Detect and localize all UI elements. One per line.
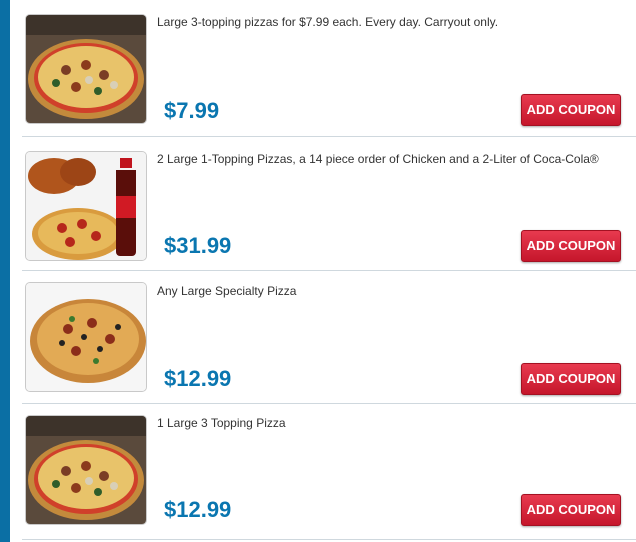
coupon-price: $31.99 xyxy=(164,233,232,258)
add-coupon-button[interactable]: ADD COUPON xyxy=(521,363,621,395)
add-coupon-button[interactable]: ADD COUPON xyxy=(521,94,621,126)
add-coupon-button[interactable]: ADD COUPON xyxy=(521,494,621,526)
coupon-description: 2 Large 1-Topping Pizzas, a 14 piece ord… xyxy=(157,152,599,166)
add-coupon-button[interactable]: ADD COUPON xyxy=(521,230,621,262)
coupon-row: 1 Large 3 Topping Pizza $12.99 ADD COUPO… xyxy=(22,404,636,540)
pizza-on-board-icon xyxy=(25,14,147,124)
coupon-row: Large 3-topping pizzas for $7.99 each. E… xyxy=(22,0,636,137)
coupon-description: 1 Large 3 Topping Pizza xyxy=(157,416,286,430)
pizza-chicken-soda-icon xyxy=(25,151,147,261)
coupon-list: Large 3-topping pizzas for $7.99 each. E… xyxy=(22,0,636,540)
coupon-price: $12.99 xyxy=(164,366,232,391)
left-accent-rule xyxy=(0,0,10,542)
coupon-row: Any Large Specialty Pizza $12.99 ADD COU… xyxy=(22,271,636,404)
coupon-row: 2 Large 1-Topping Pizzas, a 14 piece ord… xyxy=(22,137,636,271)
coupon-description: Any Large Specialty Pizza xyxy=(157,284,297,298)
coupon-price: $12.99 xyxy=(164,497,232,522)
specialty-pizza-icon xyxy=(25,282,147,392)
pizza-on-board-icon xyxy=(25,415,147,525)
coupon-price: $7.99 xyxy=(164,98,220,123)
coupon-description: Large 3-topping pizzas for $7.99 each. E… xyxy=(157,15,499,29)
